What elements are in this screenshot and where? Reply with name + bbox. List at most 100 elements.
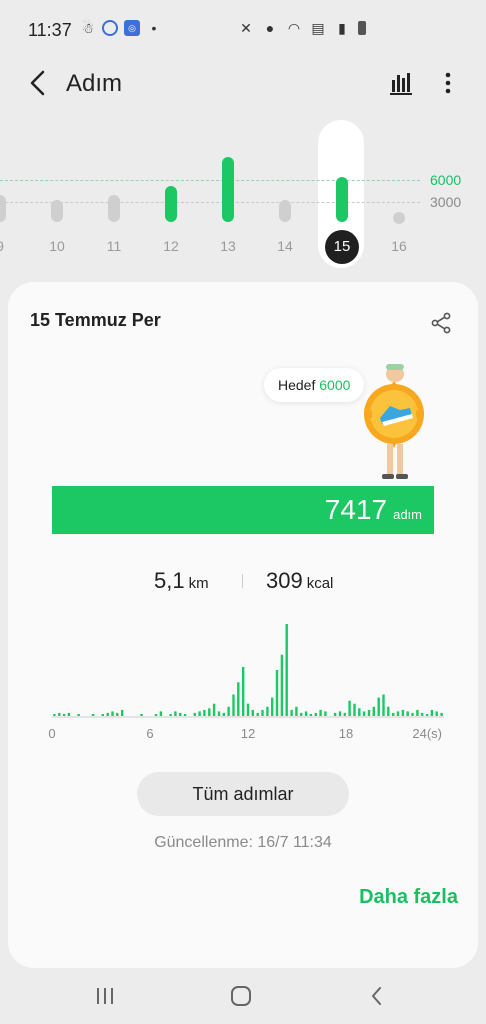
hourly-tick-label: 12 (241, 726, 255, 741)
hourly-bar (367, 709, 371, 716)
distance-stat: 5,1 km (154, 568, 209, 594)
hourly-bar (338, 711, 342, 716)
hourly-bar (208, 708, 211, 716)
all-steps-button[interactable]: Tüm adımlar (137, 772, 349, 816)
hourly-bar (275, 670, 279, 716)
trends-button[interactable] (386, 68, 416, 98)
hourly-bar (266, 706, 269, 716)
last-updated-text: Güncellenme: 16/7 11:34 (154, 834, 332, 851)
recent-apps-icon (97, 988, 113, 1004)
day-label-15[interactable]: 15 (325, 230, 359, 264)
distance-unit: km (188, 575, 209, 592)
hourly-bar (116, 712, 119, 716)
hourly-bar (290, 709, 293, 716)
hourly-bar (256, 712, 259, 716)
system-back-button[interactable] (362, 982, 392, 1010)
day-bar-15[interactable] (336, 177, 348, 222)
wifi-icon: ◠ (287, 20, 301, 36)
day-bar-14[interactable] (279, 199, 291, 222)
hourly-bar (387, 706, 390, 716)
hourly-bar (314, 712, 317, 716)
hourly-bar (440, 712, 443, 716)
back-arrow-icon (30, 70, 45, 96)
day-bar-10[interactable] (51, 199, 63, 222)
day-bar-12[interactable] (165, 186, 177, 222)
more-options-button[interactable] (438, 68, 458, 98)
hourly-bar (106, 712, 109, 716)
hourly-bar (217, 711, 221, 716)
signal-icon: ▮ (338, 20, 346, 36)
day-label-16[interactable]: 16 (384, 238, 414, 254)
hourly-bar (348, 700, 351, 716)
daily-steps-strip[interactable]: 6000 3000 9 10 11 12 13 14 15 16 (0, 110, 486, 280)
hourly-chart-svg: 0 6 12 18 24(s) (48, 624, 444, 741)
distance-value: 5,1 (154, 568, 185, 593)
hourly-bar (198, 711, 201, 716)
notification-icons: ☃ ◎ • (80, 20, 162, 36)
hourly-bar (401, 709, 405, 716)
hourly-bar (111, 711, 114, 716)
goal-bubble: Hedef 6000 (264, 368, 365, 402)
hourly-bar (227, 706, 230, 716)
day-bar-11[interactable] (108, 195, 120, 222)
hourly-bar (251, 709, 254, 716)
day-dot-16[interactable] (393, 212, 405, 224)
back-button[interactable] (24, 68, 54, 98)
goal-value: 6000 (319, 377, 351, 393)
more-vertical-icon (445, 72, 451, 94)
hourly-bar (300, 712, 303, 716)
calorie-unit: kcal (306, 575, 334, 592)
more-link[interactable]: Daha fazla (359, 886, 458, 909)
steps-count: 7417 adım (325, 494, 422, 526)
steps-unit: adım (393, 507, 422, 522)
hourly-bar (333, 712, 337, 716)
hourly-bar (212, 703, 216, 716)
hourly-bar (372, 706, 375, 716)
status-bar: 11:37 ☃ ◎ • ✕ ● ◠ ▤ ▮ (0, 0, 486, 60)
hourly-bar (416, 709, 419, 716)
hourly-tick-label: 6 (146, 726, 153, 741)
day-label-11[interactable]: 11 (99, 238, 129, 254)
hourly-bar (430, 709, 434, 716)
hourly-bar (121, 709, 124, 716)
day-label-10[interactable]: 10 (42, 238, 72, 254)
system-icons: ✕ ● ◠ ▤ ▮ (238, 20, 366, 36)
hourly-bar (353, 703, 356, 716)
hourly-bar (295, 706, 298, 716)
hourly-bar (246, 703, 250, 716)
system-back-icon (372, 987, 381, 1005)
smiley-icon (102, 20, 118, 36)
hourly-bar (304, 711, 308, 716)
day-label-9[interactable]: 9 (0, 238, 15, 254)
hourly-bar (183, 714, 187, 716)
recent-apps-button[interactable] (90, 982, 120, 1010)
hourly-steps-chart: 0 6 12 18 24(s) (38, 612, 458, 742)
day-label-12[interactable]: 12 (156, 238, 186, 254)
status-time: 11:37 (28, 20, 72, 40)
volte-icon: ▤ (311, 20, 325, 36)
day-bar-9[interactable] (0, 195, 6, 222)
hourly-bar (203, 709, 206, 716)
hourly-bar (261, 709, 264, 716)
bar-chart-icon (390, 73, 412, 95)
share-button[interactable] (430, 312, 452, 334)
location-icon: ● (265, 20, 275, 36)
hourly-bar (271, 697, 274, 716)
hourly-bar (53, 714, 56, 716)
day-detail-card: 15 Temmuz Per Hedef 6000 7417 adım 5,1 k… (8, 282, 478, 968)
day-label-14[interactable]: 14 (270, 238, 300, 254)
hourly-bar (77, 714, 80, 716)
hourly-bar (58, 712, 61, 716)
home-button[interactable] (226, 982, 256, 1010)
hourly-bar (232, 694, 235, 716)
battery-icon (358, 21, 366, 35)
day-bar-13[interactable] (222, 157, 234, 222)
hourly-bar (411, 712, 414, 716)
hourly-bar (91, 714, 95, 716)
hourly-tick-label: 24(s) (412, 726, 442, 741)
hourly-bar (425, 714, 429, 716)
goal-line-3000 (0, 202, 420, 203)
stats-divider (242, 574, 243, 588)
day-label-13[interactable]: 13 (213, 238, 243, 254)
hourly-tick-label: 18 (339, 726, 353, 741)
